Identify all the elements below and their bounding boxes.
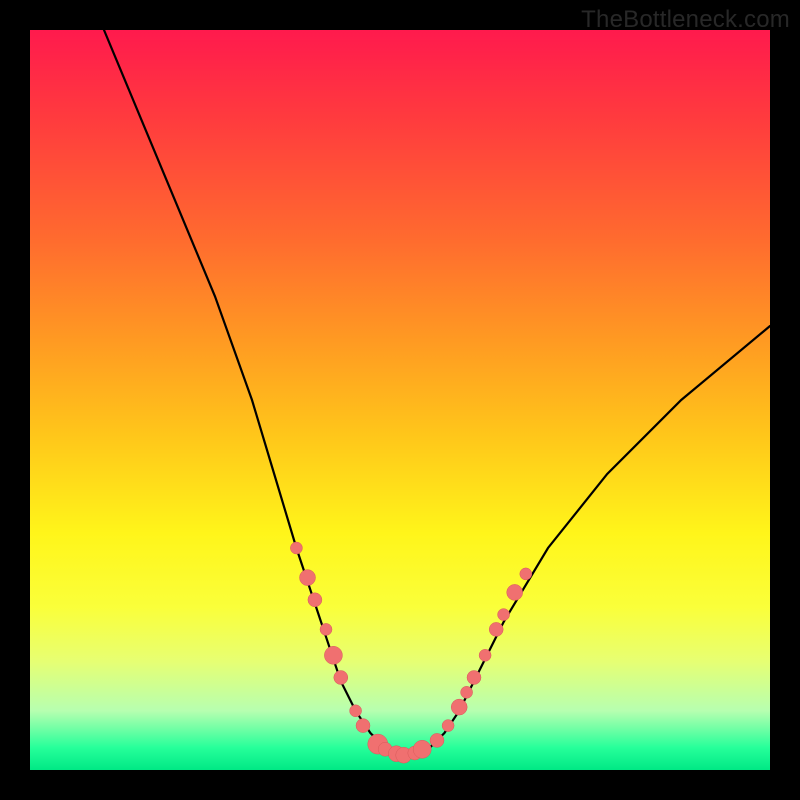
marker-point [300, 570, 316, 586]
marker-point [430, 733, 444, 747]
marker-point [290, 542, 302, 554]
marker-point [451, 699, 467, 715]
marker-point [507, 584, 523, 600]
plot-area [30, 30, 770, 770]
marker-point [334, 671, 348, 685]
marker-point [320, 623, 332, 635]
marker-point [350, 705, 362, 717]
marker-point [467, 671, 481, 685]
marker-point [413, 740, 431, 758]
chart-frame: TheBottleneck.com [0, 0, 800, 800]
marker-group [290, 542, 531, 763]
marker-point [442, 720, 454, 732]
marker-point [461, 686, 473, 698]
curve-svg [30, 30, 770, 770]
marker-point [356, 719, 370, 733]
marker-point [308, 593, 322, 607]
marker-point [498, 609, 510, 621]
marker-point [520, 568, 532, 580]
watermark-text: TheBottleneck.com [581, 6, 790, 34]
marker-point [324, 646, 342, 664]
marker-point [489, 622, 503, 636]
bottleneck-curve [104, 30, 770, 755]
marker-point [479, 649, 491, 661]
